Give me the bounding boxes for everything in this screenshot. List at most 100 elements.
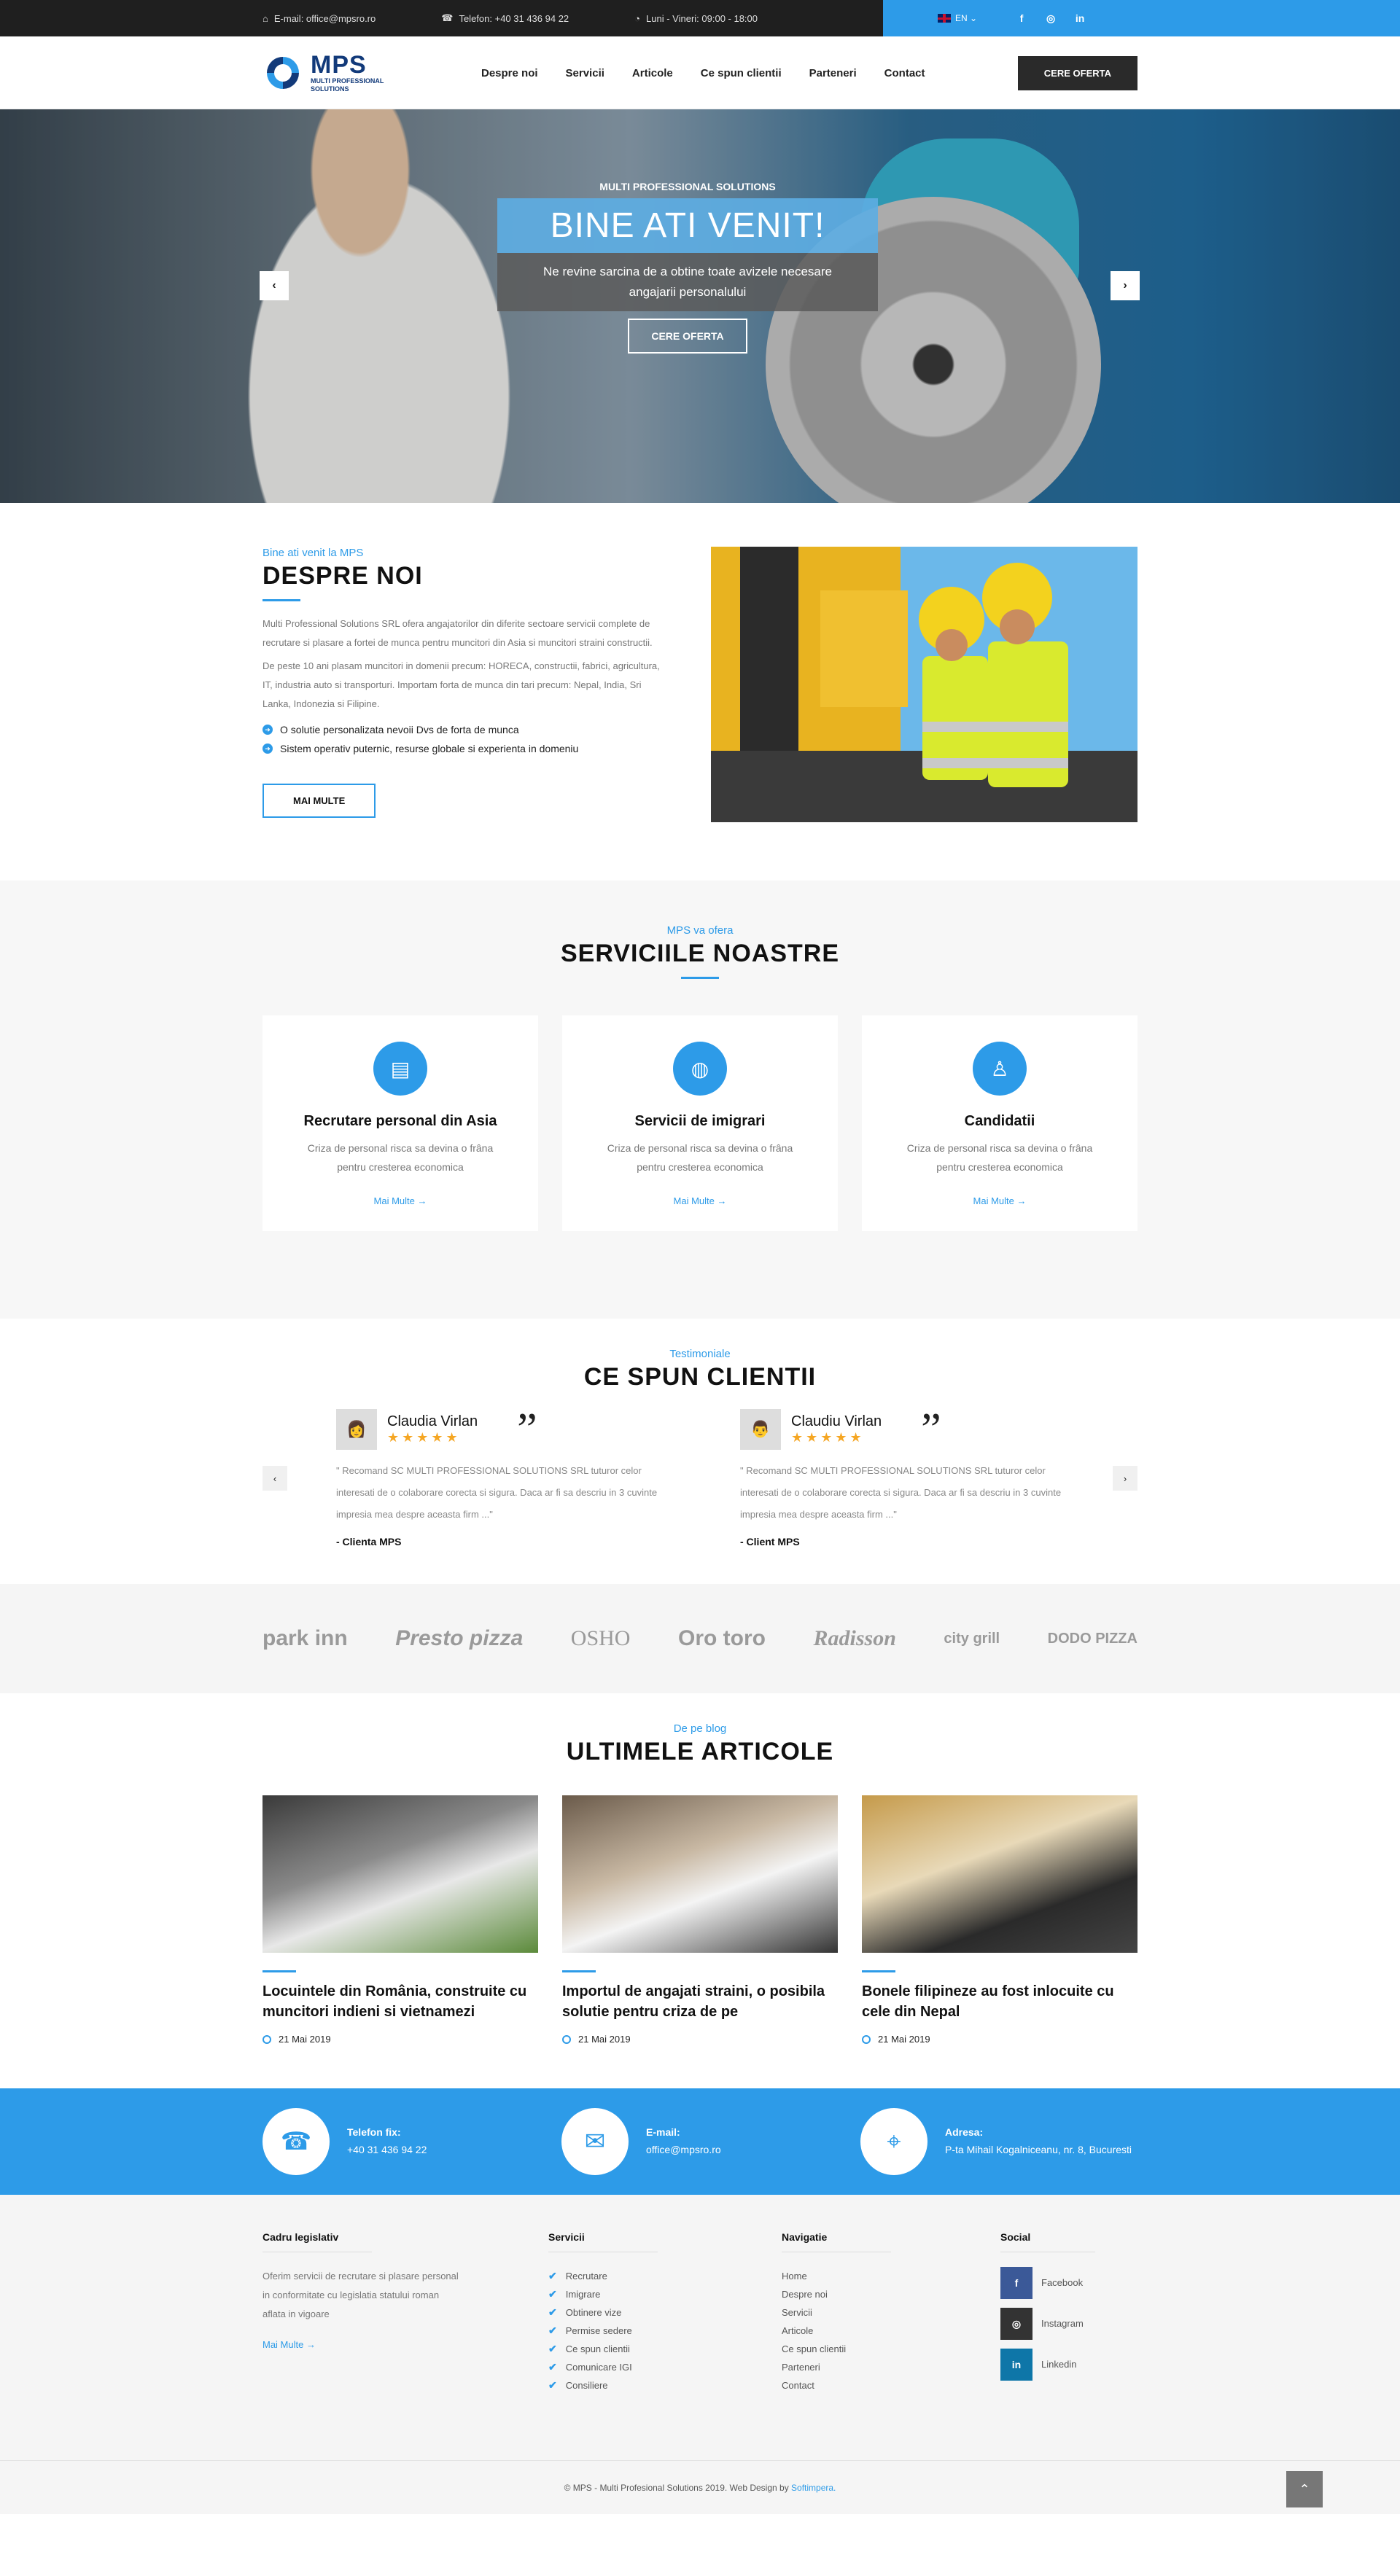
footer-service-item[interactable]: ✔ Obtinere vize — [548, 2303, 782, 2322]
footer-more-link[interactable]: Mai Multe → — [262, 2335, 461, 2354]
post-title[interactable]: Bonele filipineze au fost inlocuite cu c… — [862, 1981, 1138, 2022]
title-underline — [262, 599, 300, 601]
footer-nav-contact[interactable]: Contact — [782, 2376, 1000, 2394]
footer-col-legal: Cadru legislativ Oferim servicii de recr… — [262, 2231, 548, 2394]
footer-nav-parteneri[interactable]: Parteneri — [782, 2358, 1000, 2376]
service-card[interactable]: ▤ Recrutare personal din Asia Criza de p… — [262, 1015, 538, 1231]
post-underline — [262, 1970, 296, 1972]
client-logo[interactable]: OSHO — [571, 1626, 631, 1651]
about-image — [711, 547, 1138, 822]
check-item: ➜ O solutie personalizata nevoii Dvs de f… — [262, 724, 671, 735]
facebook-icon[interactable]: f — [1015, 12, 1028, 24]
check-circle-icon: ➜ — [262, 725, 273, 735]
linkedin-icon[interactable]: in — [1073, 12, 1086, 24]
about-paragraph-2: De peste 10 ani plasam muncitori in dome… — [262, 660, 660, 709]
service-more-link[interactable]: Mai Multe → — [973, 1195, 1027, 1206]
client-logo[interactable]: park inn — [262, 1626, 348, 1651]
nav-contact[interactable]: Contact — [884, 67, 925, 79]
slider-prev-icon[interactable]: ‹ — [260, 271, 289, 300]
footer-social-list: f Facebook ◎ Instagram in Linkedin — [1000, 2267, 1138, 2381]
back-to-top-icon[interactable]: ⌃ — [1286, 2471, 1323, 2507]
footer-service-item[interactable]: ✔ Imigrare — [548, 2285, 782, 2303]
contact-address-label: Adresa: — [945, 2126, 984, 2138]
service-more-link[interactable]: Mai Multe → — [674, 1195, 727, 1206]
contact-address-info: Adresa: P-ta Mihail Kogalniceanu, nr. 8, … — [945, 2126, 1132, 2157]
footer-service-item[interactable]: ✔ Permise sedere — [548, 2322, 782, 2340]
hero-cere-oferta-button[interactable]: CERE OFERTA — [628, 319, 747, 354]
language-selector[interactable]: EN ⌄ — [938, 13, 977, 23]
instagram-icon[interactable]: ◎ — [1044, 12, 1057, 25]
slider-next-icon[interactable]: › — [1111, 271, 1140, 300]
footer: Cadru legislativ Oferim servicii de recr… — [0, 2195, 1400, 2460]
post-title[interactable]: Locuintele din România, construite cu mu… — [262, 1981, 538, 2022]
blog-grid: Locuintele din România, construite cu mu… — [262, 1795, 1138, 2045]
instagram-icon: ◎ — [1000, 2308, 1032, 2340]
footer-nav-home[interactable]: Home — [782, 2267, 1000, 2285]
post-date-text: 21 Mai 2019 — [878, 2034, 930, 2045]
nav-servicii[interactable]: Servicii — [566, 67, 604, 79]
footer-service-item[interactable]: ✔ Recrutare — [548, 2267, 782, 2285]
footer-nav-articole[interactable]: Articole — [782, 2322, 1000, 2340]
topbar-email[interactable]: ⌂ E-mail: office@mpsro.ro — [262, 13, 376, 24]
nav-despre-noi[interactable]: Despre noi — [481, 67, 538, 79]
footer-social-facebook[interactable]: f Facebook — [1000, 2267, 1138, 2299]
client-logo[interactable]: Presto pizza — [395, 1626, 523, 1651]
footer-service-item[interactable]: ✔ Consiliere — [548, 2376, 782, 2394]
footer-nav-despre-noi[interactable]: Despre noi — [782, 2285, 1000, 2303]
topbar-hours-text: Luni - Vineri: 09:00 - 18:00 — [646, 12, 758, 24]
nav-articole[interactable]: Articole — [632, 67, 673, 79]
mai-multe-button[interactable]: MAI MULTE — [262, 784, 376, 818]
chevron-down-icon: ⌄ — [970, 13, 978, 23]
footer-social-instagram[interactable]: ◎ Instagram — [1000, 2308, 1138, 2340]
contact-phone[interactable]: ☎ Telefon fix: +40 31 436 94 22 — [262, 2108, 540, 2175]
cere-oferta-button[interactable]: CERE OFERTA — [1017, 55, 1138, 90]
contact-email-label: E-mail: — [646, 2126, 680, 2138]
testimonial-next-icon[interactable]: › — [1113, 1466, 1138, 1491]
topbar-phone[interactable]: ☎ Telefon: +40 31 436 94 22 — [441, 12, 569, 24]
logo[interactable]: MPS MULTI PROFESSIONAL SOLUTIONS — [262, 52, 481, 93]
nav-ce-spun-clientii[interactable]: Ce spun clientii — [701, 67, 782, 79]
footer-nav-ce-spun-clientii[interactable]: Ce spun clientii — [782, 2340, 1000, 2358]
blog-post[interactable]: Bonele filipineze au fost inlocuite cu c… — [862, 1795, 1138, 2045]
footer-social-label: Linkedin — [1041, 2359, 1077, 2370]
testimonial-name: Claudia Virlan — [387, 1413, 478, 1429]
service-more-link[interactable]: Mai Multe → — [374, 1195, 427, 1206]
check-icon: ✔ — [548, 2306, 557, 2318]
footer-social-linkedin[interactable]: in Linkedin — [1000, 2349, 1138, 2381]
check-icon: ✔ — [548, 2361, 557, 2373]
blog-post[interactable]: Locuintele din România, construite cu mu… — [262, 1795, 538, 2045]
testimonial-prev-icon[interactable]: ‹ — [262, 1466, 287, 1491]
footer-service-item[interactable]: ✔ Ce spun clientii — [548, 2340, 782, 2358]
check-icon: ✔ — [548, 2325, 557, 2336]
about-text: Bine ati venit la MPS DESPRE NOI Multi P… — [262, 547, 671, 822]
blog-post[interactable]: Importul de angajati straini, o posibila… — [562, 1795, 838, 2045]
user-badge-icon: ♙ — [973, 1042, 1027, 1096]
client-logo[interactable]: city grill — [944, 1631, 1000, 1647]
client-logo[interactable]: DODO PIZZA — [1048, 1631, 1138, 1647]
contact-band: ☎ Telefon fix: +40 31 436 94 22 ✉ E-mail:… — [0, 2088, 1400, 2195]
post-image-waiter[interactable] — [862, 1795, 1138, 1953]
contact-email[interactable]: ✉ E-mail: office@mpsro.ro — [561, 2108, 839, 2175]
testimonials-title-bold: CLIENTII — [707, 1363, 817, 1391]
home-icon: ⌂ — [262, 12, 268, 24]
quote-icon: ” — [921, 1405, 941, 1454]
nav-parteneri[interactable]: Parteneri — [809, 67, 857, 79]
post-image-chef[interactable] — [262, 1795, 538, 1953]
footer-col-nav: Navigatie Home Despre noi Servicii Artic… — [782, 2231, 1000, 2394]
designer-link[interactable]: Softimpera. — [791, 2483, 836, 2493]
client-logo[interactable]: Oro toro — [678, 1626, 766, 1651]
post-title[interactable]: Importul de angajati straini, o posibila… — [562, 1981, 838, 2022]
testimonial-text: " Recomand SC MULTI PROFESSIONAL SOLUTIO… — [740, 1465, 1062, 1520]
client-logo[interactable]: Radisson — [814, 1626, 896, 1651]
title-underline — [681, 977, 719, 979]
footer-service-item[interactable]: ✔ Comunicare IGI — [548, 2358, 782, 2376]
footer-nav-servicii[interactable]: Servicii — [782, 2303, 1000, 2322]
post-image-waitress[interactable] — [562, 1795, 838, 1953]
logo-mark-icon — [267, 57, 299, 89]
service-card[interactable]: ◍ Servicii de imigrari Criza de personal… — [562, 1015, 838, 1231]
post-date: 21 Mai 2019 — [262, 2034, 538, 2045]
footer-nav-list: Home Despre noi Servicii Articole Ce spu… — [782, 2267, 1000, 2394]
blog-section: De pe blog ULTIMELE ARTICOLE Locuintele … — [0, 1693, 1400, 2088]
service-title: Candidatii — [964, 1113, 1035, 1129]
service-card[interactable]: ♙ Candidatii Criza de personal risca sa … — [862, 1015, 1138, 1231]
